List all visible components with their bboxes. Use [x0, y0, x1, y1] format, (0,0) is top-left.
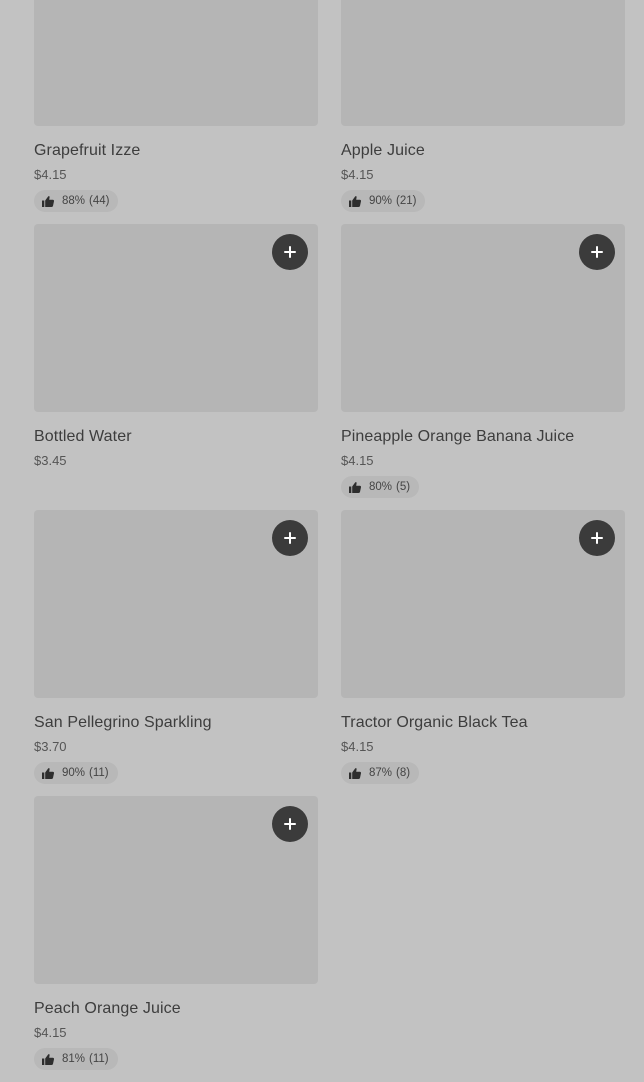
- product-image[interactable]: [34, 510, 318, 698]
- thumbs-up-icon: [42, 195, 54, 207]
- rating-badge: 87% (8): [341, 762, 420, 784]
- thumbs-up-icon: [349, 481, 361, 493]
- product-price: $3.70: [34, 739, 67, 754]
- plus-icon: [591, 246, 603, 258]
- add-to-cart-button[interactable]: [579, 520, 615, 556]
- plus-icon: [284, 818, 296, 830]
- product-price: $4.15: [34, 1025, 67, 1040]
- product-image[interactable]: [34, 224, 318, 412]
- product-price: $3.45: [34, 453, 67, 468]
- rating-badge: 90% (11): [34, 762, 118, 784]
- rating-percent: 90%: [369, 195, 393, 207]
- rating-percent: 81%: [62, 1053, 86, 1065]
- rating-badge: 90% (21): [341, 190, 426, 212]
- rating-percent: 80%: [369, 481, 393, 493]
- product-image[interactable]: [341, 224, 625, 412]
- product-name[interactable]: Apple Juice: [341, 142, 425, 160]
- rating-percent: 90%: [62, 767, 86, 779]
- product-price: $4.15: [341, 167, 374, 182]
- add-to-cart-button[interactable]: [272, 234, 308, 270]
- product-price: $4.15: [34, 167, 67, 182]
- product-image[interactable]: [341, 510, 625, 698]
- product-grid: Grapefruit Izze $4.15 88% (44) Apple Jui…: [0, 0, 644, 1082]
- rating-badge: 80% (5): [341, 476, 420, 498]
- product-image[interactable]: [341, 0, 625, 126]
- rating-count: (11): [89, 767, 109, 779]
- product-price: $4.15: [341, 739, 374, 754]
- rating-count: (5): [396, 481, 411, 493]
- rating-count: (21): [396, 195, 417, 207]
- add-to-cart-button[interactable]: [272, 520, 308, 556]
- add-to-cart-button[interactable]: [579, 234, 615, 270]
- product-price: $4.15: [341, 453, 374, 468]
- rating-count: (11): [89, 1053, 109, 1065]
- plus-icon: [591, 532, 603, 544]
- product-name[interactable]: San Pellegrino Sparkling: [34, 714, 212, 732]
- product-name[interactable]: Grapefruit Izze: [34, 142, 140, 160]
- product-image[interactable]: [34, 796, 318, 984]
- thumbs-up-icon: [42, 767, 54, 779]
- add-to-cart-button[interactable]: [272, 806, 308, 842]
- rating-badge: 88% (44): [34, 190, 119, 212]
- plus-icon: [284, 246, 296, 258]
- rating-count: (8): [396, 767, 411, 779]
- product-name[interactable]: Bottled Water: [34, 428, 132, 446]
- rating-percent: 87%: [369, 767, 393, 779]
- product-name[interactable]: Peach Orange Juice: [34, 1000, 181, 1018]
- product-name[interactable]: Pineapple Orange Banana Juice: [341, 428, 574, 446]
- rating-percent: 88%: [62, 195, 86, 207]
- thumbs-up-icon: [42, 1053, 54, 1065]
- product-name[interactable]: Tractor Organic Black Tea: [341, 714, 528, 732]
- rating-badge: 81% (11): [34, 1048, 118, 1070]
- rating-count: (44): [89, 195, 110, 207]
- thumbs-up-icon: [349, 767, 361, 779]
- plus-icon: [284, 532, 296, 544]
- product-image[interactable]: [34, 0, 318, 126]
- thumbs-up-icon: [349, 195, 361, 207]
